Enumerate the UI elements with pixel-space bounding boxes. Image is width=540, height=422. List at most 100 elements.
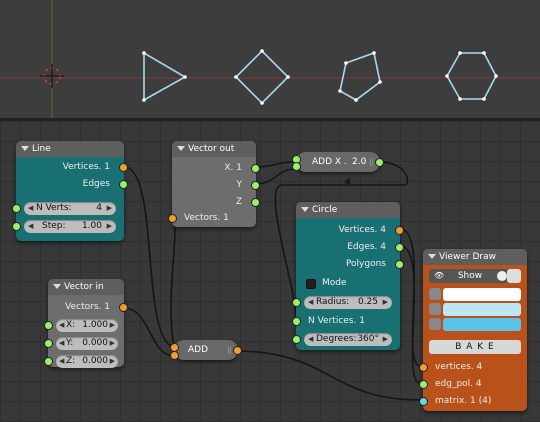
circle-node[interactable]: Circle Vertices. 4 Edges. 4 Polygons Mod… (292, 202, 404, 350)
wire-add-to-viewer-matrix (235, 350, 421, 401)
3d-viewport[interactable] (0, 0, 540, 118)
circle-polygons-output-label: Polygons (345, 259, 386, 269)
bake-button[interactable]: B A K E (429, 340, 521, 354)
line-nverts-value: 4 (96, 203, 102, 213)
vector-in-y-value: 0.000 (82, 338, 108, 348)
checkbox-toggle-icon (497, 271, 507, 281)
extra-toggle-button[interactable] (507, 269, 521, 283)
circle-nvertices-label: N Vertices. 1 (308, 316, 365, 326)
vector-out-node[interactable]: Vector out X. 1 Y Z Vectors. 1 (168, 141, 260, 227)
add-label: ADD (188, 345, 209, 355)
vector-in-y-label: Y: (66, 338, 74, 348)
vector-in-z-field[interactable]: ◀ Z: 0.000 ▶ (56, 355, 118, 368)
line-step-value: 1.00 (81, 221, 102, 231)
add-x-input-b-socket[interactable] (292, 162, 301, 171)
vector-in-z-label: Z: (66, 356, 76, 366)
viewer-matrix-label: matrix. 1 (4) (435, 396, 492, 406)
vector-in-x-field[interactable]: ◀ X: 1.000 ▶ (56, 319, 118, 332)
3d-cursor-icon[interactable] (40, 64, 64, 88)
vector-out-node-title: Vector out (188, 144, 235, 154)
wire-vectorout-y-to-addx (255, 168, 297, 185)
viewer-draw-node[interactable]: Viewer Draw 👁 Show B A K E vertices. 4 e… (419, 249, 527, 411)
viewer-draw-node-title: Viewer Draw (439, 252, 496, 262)
viewer-matrix-socket[interactable] (419, 397, 428, 406)
line-step-input-socket[interactable] (12, 222, 21, 231)
vector-in-y-input-socket[interactable] (44, 339, 53, 348)
line-edges-output-label: Edges (82, 179, 110, 189)
vector-in-x-input-socket[interactable] (44, 321, 53, 330)
vector-out-z-socket[interactable] (251, 198, 260, 207)
circle-node-title: Circle (312, 205, 338, 215)
circle-edges-socket[interactable] (395, 243, 404, 252)
vector-in-z-value: 0.000 (82, 356, 108, 366)
vector-in-vectors-label: Vectors. 1 (65, 302, 110, 312)
eye-icon: 👁 (434, 271, 445, 280)
wire-vectorin-to-add (123, 307, 175, 357)
circle-degrees-input-socket[interactable] (292, 335, 301, 344)
square-shape (234, 49, 290, 105)
vector-in-x-value: 1.000 (82, 320, 108, 330)
line-vertices-socket[interactable] (119, 163, 128, 172)
add-x-label: ADD X . (312, 157, 347, 167)
vector-in-node[interactable]: Vector in Vectors. 1 ◀ X: 1.000 ▶ ◀ Y: 0… (44, 279, 128, 368)
line-node[interactable]: Line Vertices. 1 Edges ◀ N Verts: 4 ▶ ◀ … (12, 141, 128, 241)
vertices-color-swatch[interactable] (443, 288, 521, 301)
show-toggle-button[interactable]: 👁 Show (429, 269, 511, 283)
circle-polygons-socket[interactable] (395, 260, 404, 269)
wire-vectorout-x-to-addx (255, 161, 297, 168)
hexagon-shape (446, 52, 497, 100)
vector-out-y-label: Y (236, 180, 243, 190)
circle-mode-label: Mode (322, 278, 347, 288)
viewer-draw-node-header[interactable]: Viewer Draw (423, 249, 527, 265)
show-label: Show (457, 271, 483, 281)
vector-in-vectors-socket[interactable] (119, 303, 128, 312)
vertices-color-icon (429, 288, 441, 300)
vector-out-x-label: X. 1 (224, 163, 242, 173)
vector-out-vectors-label: Vectors. 1 (184, 213, 229, 223)
line-nverts-label: N Verts: (36, 203, 72, 213)
line-step-label: Step: (42, 221, 66, 231)
edges-color-icon (429, 303, 441, 315)
vector-in-z-input-socket[interactable] (44, 357, 53, 366)
vector-in-node-header[interactable]: Vector in (48, 279, 124, 295)
vector-out-vectors-socket[interactable] (168, 214, 177, 223)
vector-out-y-socket[interactable] (251, 181, 260, 190)
add-x-node[interactable]: ADD X . 2.0 || (292, 152, 384, 172)
circle-radius-field[interactable]: ◀ Radius: 0.25 ▶ (304, 296, 392, 309)
vector-out-node-header[interactable]: Vector out (172, 141, 256, 157)
viewer-edgpol-socket[interactable] (419, 380, 428, 389)
line-edges-socket[interactable] (119, 180, 128, 189)
faces-color-icon (429, 318, 441, 330)
line-step-field[interactable]: ◀ Step: 1.00 ▶ (24, 220, 116, 233)
circle-node-header[interactable]: Circle (296, 202, 400, 218)
circle-degrees-value: 360° (357, 334, 379, 344)
add-output-socket[interactable] (233, 346, 242, 355)
viewer-edgpol-label: edg_pol. 4 (435, 379, 482, 389)
vector-out-x-socket[interactable] (251, 164, 260, 173)
circle-mode-checkbox[interactable] (306, 279, 316, 289)
add-x-output-socket[interactable] (375, 158, 384, 167)
circle-vertices-socket[interactable] (395, 226, 404, 235)
add-node[interactable]: ADD || (170, 340, 242, 360)
add-input-b-socket[interactable] (170, 351, 179, 360)
node-editor[interactable]: Line Vertices. 1 Edges ◀ N Verts: 4 ▶ ◀ … (0, 121, 540, 422)
wire-add-to-vectorout (170, 216, 176, 348)
faces-color-swatch[interactable] (443, 318, 521, 331)
line-node-header[interactable]: Line (16, 141, 124, 157)
line-nverts-input-socket[interactable] (12, 204, 21, 213)
vector-in-x-label: X: (66, 320, 76, 330)
vector-in-y-field[interactable]: ◀ Y: 0.000 ▶ (56, 337, 118, 350)
line-nverts-field[interactable]: ◀ N Verts: 4 ▶ (24, 202, 116, 215)
viewport-canvas (0, 0, 540, 118)
circle-degrees-label: Degrees: (316, 334, 357, 344)
viewer-vertices-socket[interactable] (419, 363, 428, 372)
circle-vertices-output-label: Vertices. 4 (338, 225, 386, 235)
pentagon-shape (339, 51, 381, 101)
vector-in-node-title: Vector in (64, 282, 104, 292)
edges-color-swatch[interactable] (443, 303, 521, 316)
circle-radius-input-socket[interactable] (292, 298, 301, 307)
wire-line-vertices-to-add (123, 166, 175, 348)
circle-radius-value: 0.25 (357, 297, 378, 307)
circle-degrees-field[interactable]: ◀ Degrees: 360° ▶ (304, 333, 392, 346)
circle-nvertices-input-socket[interactable] (292, 317, 301, 326)
